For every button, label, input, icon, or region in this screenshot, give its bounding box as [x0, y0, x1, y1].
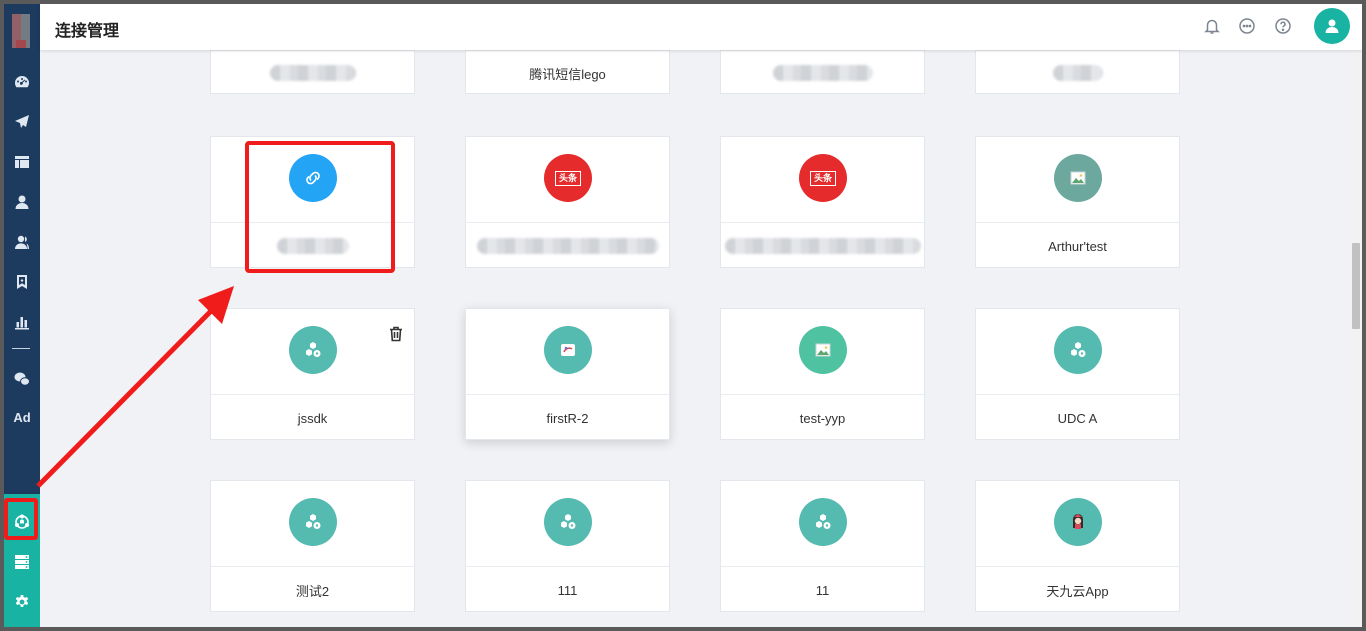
blurred-name	[724, 238, 921, 254]
sdk-hexagon-icon	[1054, 326, 1102, 374]
settings-gear-icon[interactable]	[4, 589, 40, 615]
blurred-name	[1052, 65, 1103, 81]
help-icon[interactable]	[1274, 17, 1292, 35]
wechat-icon[interactable]	[4, 366, 40, 392]
connection-card[interactable]: 腾讯短信lego	[465, 50, 670, 94]
page-title: 连接管理	[55, 23, 120, 40]
connection-card[interactable]: 测试2	[210, 480, 415, 612]
card-name: test-yyp	[799, 410, 846, 426]
toutiao-icon: 头条	[544, 154, 592, 202]
card-name: jssdk	[297, 410, 328, 426]
card-highlight-box	[245, 141, 395, 273]
connection-card[interactable]	[210, 50, 415, 94]
image-icon	[799, 326, 847, 374]
card-name: 腾讯短信lego	[529, 66, 606, 82]
scrollbar-thumb[interactable]	[1352, 243, 1360, 329]
blurred-name	[269, 65, 356, 81]
connection-card[interactable]: UDC A	[975, 308, 1180, 440]
sdk-hexagon-icon	[289, 498, 337, 546]
connection-card[interactable]: 头条	[465, 136, 670, 268]
connection-card[interactable]: firstR-2	[465, 308, 670, 440]
sdk-hexagon-icon	[799, 498, 847, 546]
connection-card[interactable]	[720, 50, 925, 94]
connection-card[interactable]	[975, 50, 1180, 94]
card-name: 测试2	[295, 583, 330, 599]
card-name: firstR-2	[546, 410, 589, 426]
card-name: 天九云App	[1046, 583, 1109, 599]
connection-card[interactable]: 头条	[720, 136, 925, 268]
card-name: Arthur'test	[1048, 238, 1107, 254]
app-logo[interactable]	[12, 14, 30, 48]
trash-icon[interactable]	[389, 326, 403, 342]
server-icon[interactable]	[4, 549, 40, 575]
send-icon[interactable]	[4, 109, 40, 135]
layout-icon[interactable]	[4, 149, 40, 175]
connection-card[interactable]: 天九云App	[975, 480, 1180, 612]
user-icon[interactable]	[4, 189, 40, 215]
top-header: 连接管理	[40, 4, 1362, 50]
blurred-name	[476, 238, 659, 254]
sdk-hexagon-icon	[289, 326, 337, 374]
card-name: UDC A	[1057, 410, 1098, 426]
card-name: 111	[557, 582, 578, 598]
image-icon	[1054, 154, 1102, 202]
ad-menu-item[interactable]: Ad	[4, 410, 40, 425]
vertical-scrollbar[interactable]	[1350, 50, 1362, 627]
connection-card[interactable]: jssdk	[210, 308, 415, 440]
sdk-hexagon-icon	[544, 498, 592, 546]
connection-card[interactable]: test-yyp	[720, 308, 925, 440]
connection-card[interactable]: Arthur'test	[975, 136, 1180, 268]
user-group-icon[interactable]	[4, 229, 40, 255]
toutiao-icon: 头条	[799, 154, 847, 202]
blurred-name	[772, 65, 873, 81]
sidebar-highlight-box	[4, 498, 38, 540]
connection-card[interactable]: 111	[465, 480, 670, 612]
message-icon[interactable]	[1238, 17, 1256, 35]
sidebar-divider	[12, 348, 30, 349]
connection-card[interactable]: 11	[720, 480, 925, 612]
bookmark-icon[interactable]	[4, 269, 40, 295]
bell-icon[interactable]	[1203, 17, 1221, 35]
dashboard-icon[interactable]	[4, 69, 40, 95]
card-name: 11	[815, 582, 830, 598]
app-logo-icon	[544, 326, 592, 374]
character-icon	[1054, 498, 1102, 546]
bar-chart-icon[interactable]	[4, 309, 40, 335]
avatar[interactable]	[1314, 8, 1350, 44]
